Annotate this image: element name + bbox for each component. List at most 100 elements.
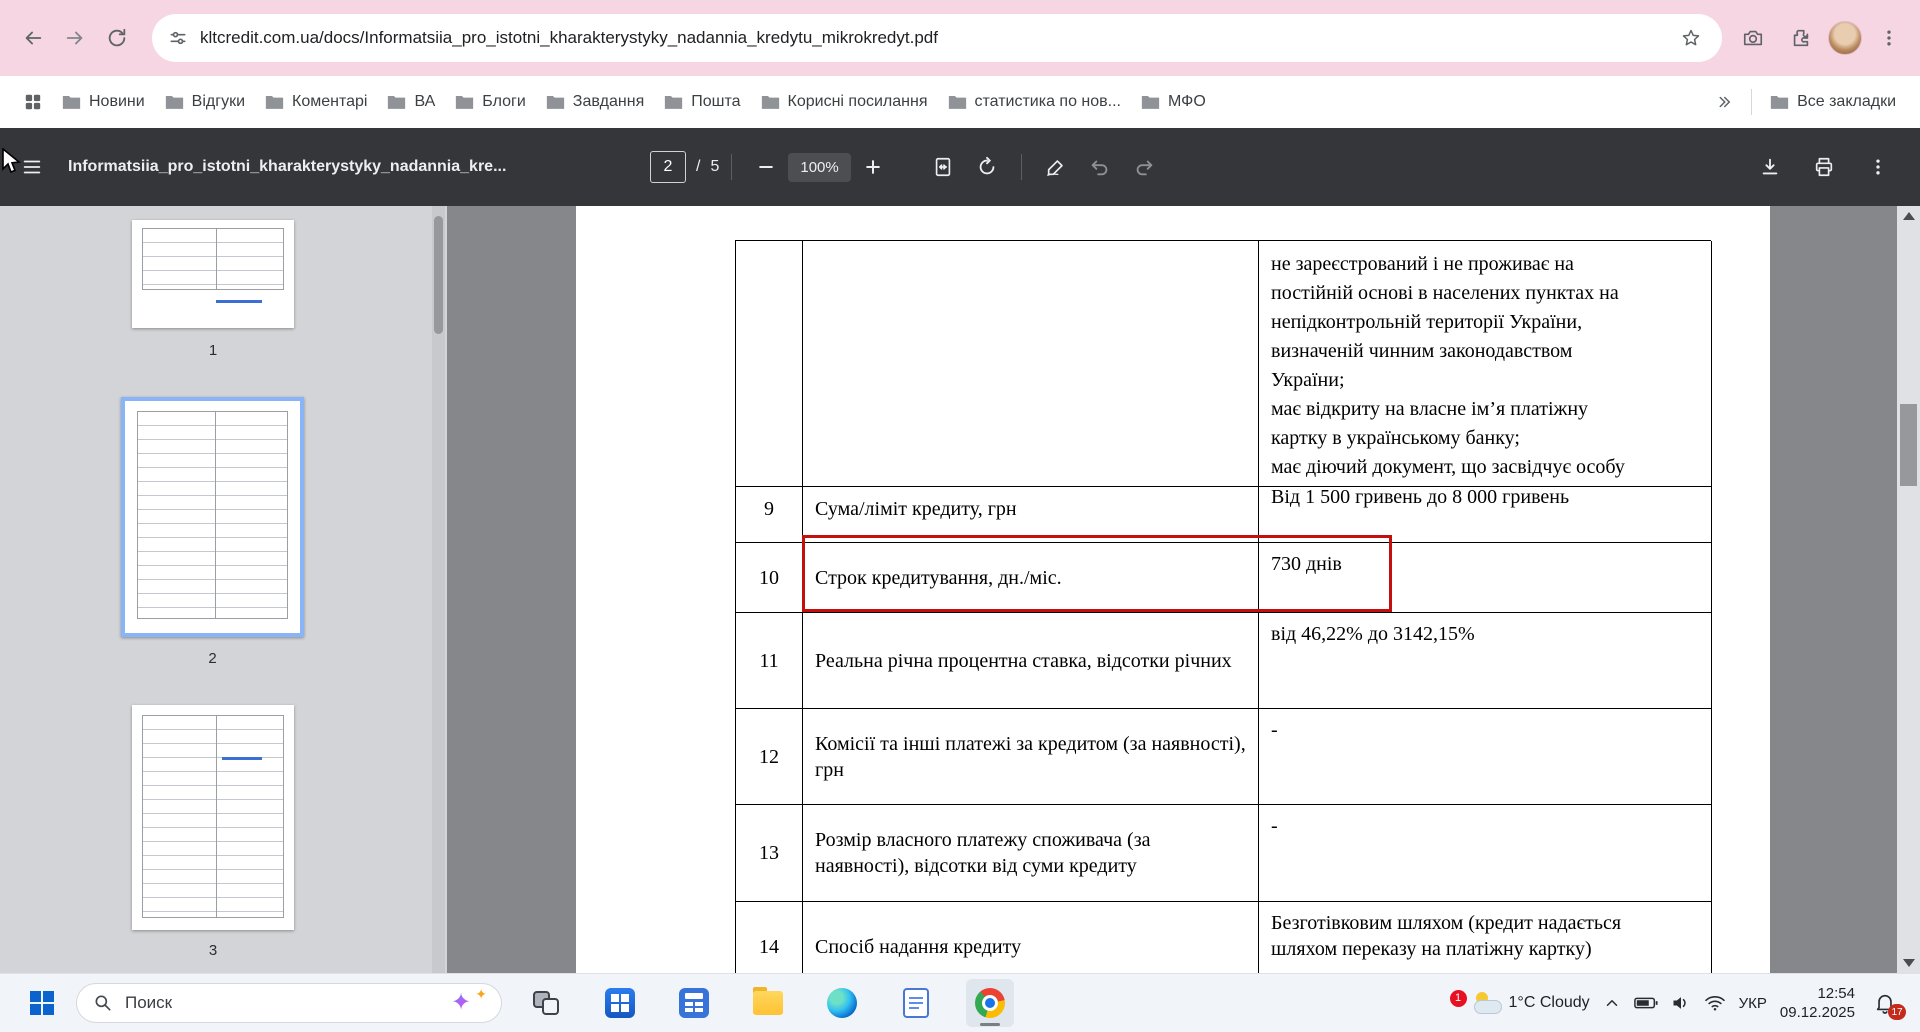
taskbar-app-calculator[interactable]	[670, 979, 718, 1027]
cell-value: не зареєстрований і не проживає на пості…	[1259, 241, 1712, 487]
print-button[interactable]	[1802, 145, 1846, 189]
bookmark-label: Новини	[89, 93, 145, 110]
double-chevron-icon	[1719, 96, 1731, 108]
hamburger-icon	[23, 160, 41, 174]
cell-label: Реальна річна процентна ставка, відсотки…	[803, 613, 1259, 709]
reload-button[interactable]	[96, 17, 138, 59]
download-button[interactable]	[1748, 145, 1792, 189]
cell-label: Розмір власного платежу споживача (за на…	[803, 805, 1259, 902]
bookmark-folder-zavdannia[interactable]: Завдання	[536, 86, 654, 118]
clock-widget[interactable]: 12:54 09.12.2025	[1780, 984, 1855, 1023]
start-button[interactable]	[18, 979, 66, 1027]
file-explorer-icon	[753, 987, 783, 1015]
fit-to-page-button[interactable]	[921, 145, 965, 189]
folder-icon	[62, 95, 81, 109]
bookmark-folder-vidhuky[interactable]: Відгуки	[155, 86, 255, 118]
bookmark-folder-poshta[interactable]: Пошта	[654, 86, 750, 118]
sidebar-scrollbar[interactable]	[432, 206, 445, 973]
pen-icon	[1046, 160, 1063, 176]
star-icon	[1682, 29, 1700, 46]
page-number-input[interactable]: 2	[650, 151, 686, 183]
apps-shortcut-button[interactable]	[14, 86, 52, 118]
chrome-app-icon	[975, 988, 1005, 1018]
search-icon	[95, 995, 111, 1011]
copilot-sparkle-icon[interactable]: ✦ ✦	[449, 986, 489, 1018]
page-thumbnail-2-selected[interactable]	[121, 397, 304, 637]
thumbnail-page-number: 1	[208, 342, 218, 359]
thumbnail-link-line	[216, 300, 262, 303]
table-row-9: 9 Сума/ліміт кредиту, грн Від 1 500 грив…	[736, 476, 1712, 543]
extensions-button[interactable]	[1780, 17, 1822, 59]
camera-icon	[1743, 30, 1763, 46]
apps-grid-icon	[25, 94, 41, 110]
address-bar[interactable]: kltcredit.com.ua/docs/Informatsiia_pro_i…	[152, 14, 1722, 62]
bookmark-folder-va[interactable]: ВА	[377, 86, 445, 118]
pdf-document-title: Informatsiia_pro_istotni_kharakterystyky…	[68, 158, 507, 175]
all-bookmarks-button[interactable]: Все закладки	[1760, 86, 1906, 118]
minus-icon	[759, 166, 774, 168]
tune-icon	[170, 31, 186, 45]
task-view-button[interactable]	[522, 979, 570, 1027]
forward-button[interactable]	[54, 17, 96, 59]
notification-center-button[interactable]: 17	[1868, 986, 1906, 1020]
battery-status[interactable]	[1633, 994, 1658, 1012]
table-row-13: 13 Розмір власного платежу споживача (за…	[736, 805, 1712, 902]
page-separator: /	[696, 158, 701, 175]
forward-icon	[66, 31, 83, 45]
tray-overflow-button[interactable]	[1603, 994, 1621, 1012]
pdf-viewer-content: 1 2 3 не зареєстрований і не проживає на…	[0, 206, 1920, 973]
taskbar-app-notepad[interactable]	[892, 979, 940, 1027]
bookmark-label: статистика по нов...	[974, 93, 1122, 110]
bookmarks-overflow-button[interactable]	[1705, 86, 1743, 118]
pdf-page-viewer[interactable]: не зареєстрований і не проживає на пості…	[447, 206, 1920, 973]
wifi-icon	[1704, 996, 1725, 1011]
bookmark-folder-korysni-posylannia[interactable]: Корисні посилання	[751, 86, 938, 118]
viewer-scrollbar-thumb[interactable]	[1900, 404, 1917, 486]
cell-label	[803, 241, 1259, 487]
sidebar-scrollbar-thumb[interactable]	[434, 216, 443, 334]
pdf-more-button[interactable]	[1856, 145, 1900, 189]
speaker-icon	[1673, 997, 1686, 1009]
edge-browser-icon	[827, 988, 857, 1018]
redo-icon	[1136, 160, 1152, 176]
volume-status[interactable]	[1671, 994, 1691, 1012]
back-button[interactable]	[12, 17, 54, 59]
taskbar-search-box[interactable]: Поиск ✦ ✦	[76, 983, 502, 1023]
taskbar-app-edge[interactable]	[818, 979, 866, 1027]
browser-menu-button[interactable]	[1868, 17, 1910, 59]
folder-icon	[1141, 95, 1160, 109]
viewer-scrollbar[interactable]	[1897, 206, 1920, 973]
rotate-button[interactable]	[965, 145, 1009, 189]
language-indicator[interactable]: УКР	[1739, 995, 1767, 1012]
screenshot-extension-button[interactable]	[1732, 17, 1774, 59]
page-thumbnail-1[interactable]	[132, 220, 294, 328]
scroll-up-arrow[interactable]	[1902, 206, 1915, 226]
folder-icon	[546, 95, 564, 109]
bookmark-folder-blohy[interactable]: Блоги	[445, 86, 536, 118]
bookmark-folder-mfo[interactable]: МФО	[1131, 86, 1216, 118]
taskbar-app-file-explorer[interactable]	[744, 979, 792, 1027]
date-label: 09.12.2025	[1779, 1004, 1855, 1021]
bookmark-folder-komentari[interactable]: Коментарі	[255, 86, 377, 118]
taskbar-app-store[interactable]	[596, 979, 644, 1027]
annotate-button[interactable]	[1034, 145, 1078, 189]
bookmark-folder-novyny[interactable]: Новини	[52, 86, 155, 118]
zoom-out-button[interactable]	[744, 145, 788, 189]
zoom-level[interactable]: 100%	[788, 152, 851, 182]
reload-icon	[108, 28, 126, 47]
undo-button[interactable]	[1078, 145, 1122, 189]
network-status[interactable]	[1704, 994, 1726, 1012]
scroll-down-arrow[interactable]	[1902, 953, 1915, 973]
back-icon	[25, 31, 42, 45]
bookmark-star-button[interactable]	[1674, 21, 1708, 55]
bookmark-label: МФО	[1168, 93, 1206, 110]
bookmark-folder-statystyka[interactable]: статистика по нов...	[938, 86, 1132, 118]
profile-avatar[interactable]	[1828, 21, 1862, 55]
url-text[interactable]: kltcredit.com.ua/docs/Informatsiia_pro_i…	[200, 28, 1674, 48]
redo-button[interactable]	[1122, 145, 1166, 189]
weather-widget[interactable]: 1 1°C Cloudy	[1449, 989, 1590, 1017]
zoom-in-button[interactable]	[851, 145, 895, 189]
taskbar-app-chrome-active[interactable]	[966, 979, 1014, 1027]
pdf-page: не зареєстрований і не проживає на пості…	[576, 206, 1770, 973]
page-thumbnail-3[interactable]	[132, 705, 294, 930]
